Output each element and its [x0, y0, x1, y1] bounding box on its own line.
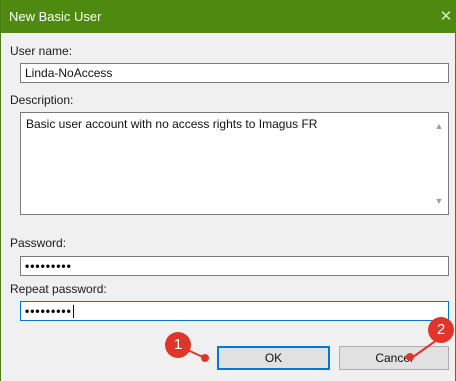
callout-connectors	[180, 339, 438, 359]
callout-1-dot	[201, 354, 209, 362]
callout-2-dot	[406, 353, 414, 361]
callout-2-badge: 2	[428, 317, 454, 343]
new-basic-user-dialog: New Basic User ✕ User name: Linda-NoAcce…	[0, 0, 456, 381]
callout-1-badge: 1	[165, 332, 191, 358]
callout-2-line	[412, 339, 438, 358]
